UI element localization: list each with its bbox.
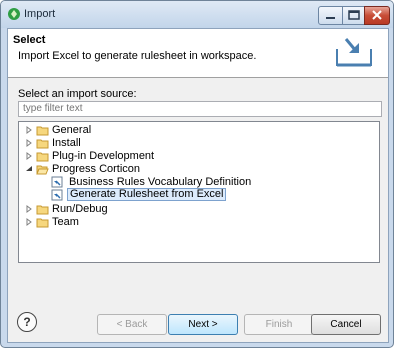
folder-icon <box>36 152 49 162</box>
folder-icon <box>36 218 49 228</box>
tree-item-label: Business Rules Vocabulary Definition <box>69 176 252 188</box>
expand-arrow-icon[interactable] <box>24 216 34 228</box>
tree-item-progress-corticon[interactable]: Progress Corticon <box>24 163 224 175</box>
tree-item-label: Generate Rulesheet from Excel <box>67 188 227 201</box>
tree-item-team[interactable]: Team <box>24 216 224 228</box>
tree-item-run-debug[interactable]: Run/Debug <box>24 203 224 215</box>
expand-arrow-icon[interactable] <box>24 203 34 215</box>
filter-input[interactable] <box>18 101 382 117</box>
title-bar[interactable]: Import <box>1 1 393 28</box>
help-button[interactable]: ? <box>17 312 37 332</box>
eclipse-app-icon <box>8 8 20 20</box>
import-source-label: Select an import source: <box>18 88 137 100</box>
maximize-button[interactable] <box>342 6 366 25</box>
tree-item-label: General <box>52 124 92 136</box>
folder-icon <box>36 139 49 149</box>
tree-item-label: Team <box>52 216 79 228</box>
wizard-item-icon <box>51 189 63 201</box>
close-icon <box>372 10 382 20</box>
back-button[interactable]: < Back <box>97 314 167 335</box>
maximize-icon <box>348 10 360 20</box>
tree-item-general[interactable]: General <box>24 124 224 136</box>
banner-title: Select <box>13 34 46 46</box>
folder-icon <box>36 126 49 136</box>
minimize-button[interactable] <box>318 6 343 25</box>
tree-item-label: Progress Corticon <box>52 163 141 175</box>
tree-item-install[interactable]: Install <box>24 137 224 149</box>
expand-arrow-icon[interactable] <box>24 150 34 162</box>
cancel-button[interactable]: Cancel <box>311 314 381 335</box>
close-button[interactable] <box>364 6 390 25</box>
tree-item-label: Run/Debug <box>52 203 108 215</box>
finish-button[interactable]: Finish <box>244 314 314 335</box>
wizard-banner: Select Import Excel to generate ruleshee… <box>8 29 388 78</box>
tree-item-generate-rulesheet[interactable]: Generate Rulesheet from Excel <box>51 188 291 201</box>
tree-item-label: Plug-in Development <box>52 150 155 162</box>
import-dialog-window: Import Select Import Excel to generate r… <box>0 0 394 348</box>
import-wizard-icon <box>336 38 372 67</box>
minimize-icon <box>326 17 335 19</box>
tree-item-vocabulary-definition[interactable]: Business Rules Vocabulary Definition <box>51 176 291 188</box>
wizard-item-icon <box>51 176 63 188</box>
collapse-arrow-icon[interactable] <box>24 163 34 175</box>
tree-item-label: Install <box>52 137 81 149</box>
banner-description: Import Excel to generate rulesheet in wo… <box>18 50 257 62</box>
expand-arrow-icon[interactable] <box>24 124 34 136</box>
import-source-tree[interactable]: General Install Plug-in Development Prog… <box>18 121 380 263</box>
open-folder-icon <box>36 165 49 175</box>
next-button[interactable]: Next > <box>168 314 238 335</box>
dialog-content: Select Import Excel to generate ruleshee… <box>7 28 389 343</box>
expand-arrow-icon[interactable] <box>24 137 34 149</box>
folder-icon <box>36 205 49 215</box>
tree-item-plugin-development[interactable]: Plug-in Development <box>24 150 224 162</box>
window-title: Import <box>24 8 56 20</box>
